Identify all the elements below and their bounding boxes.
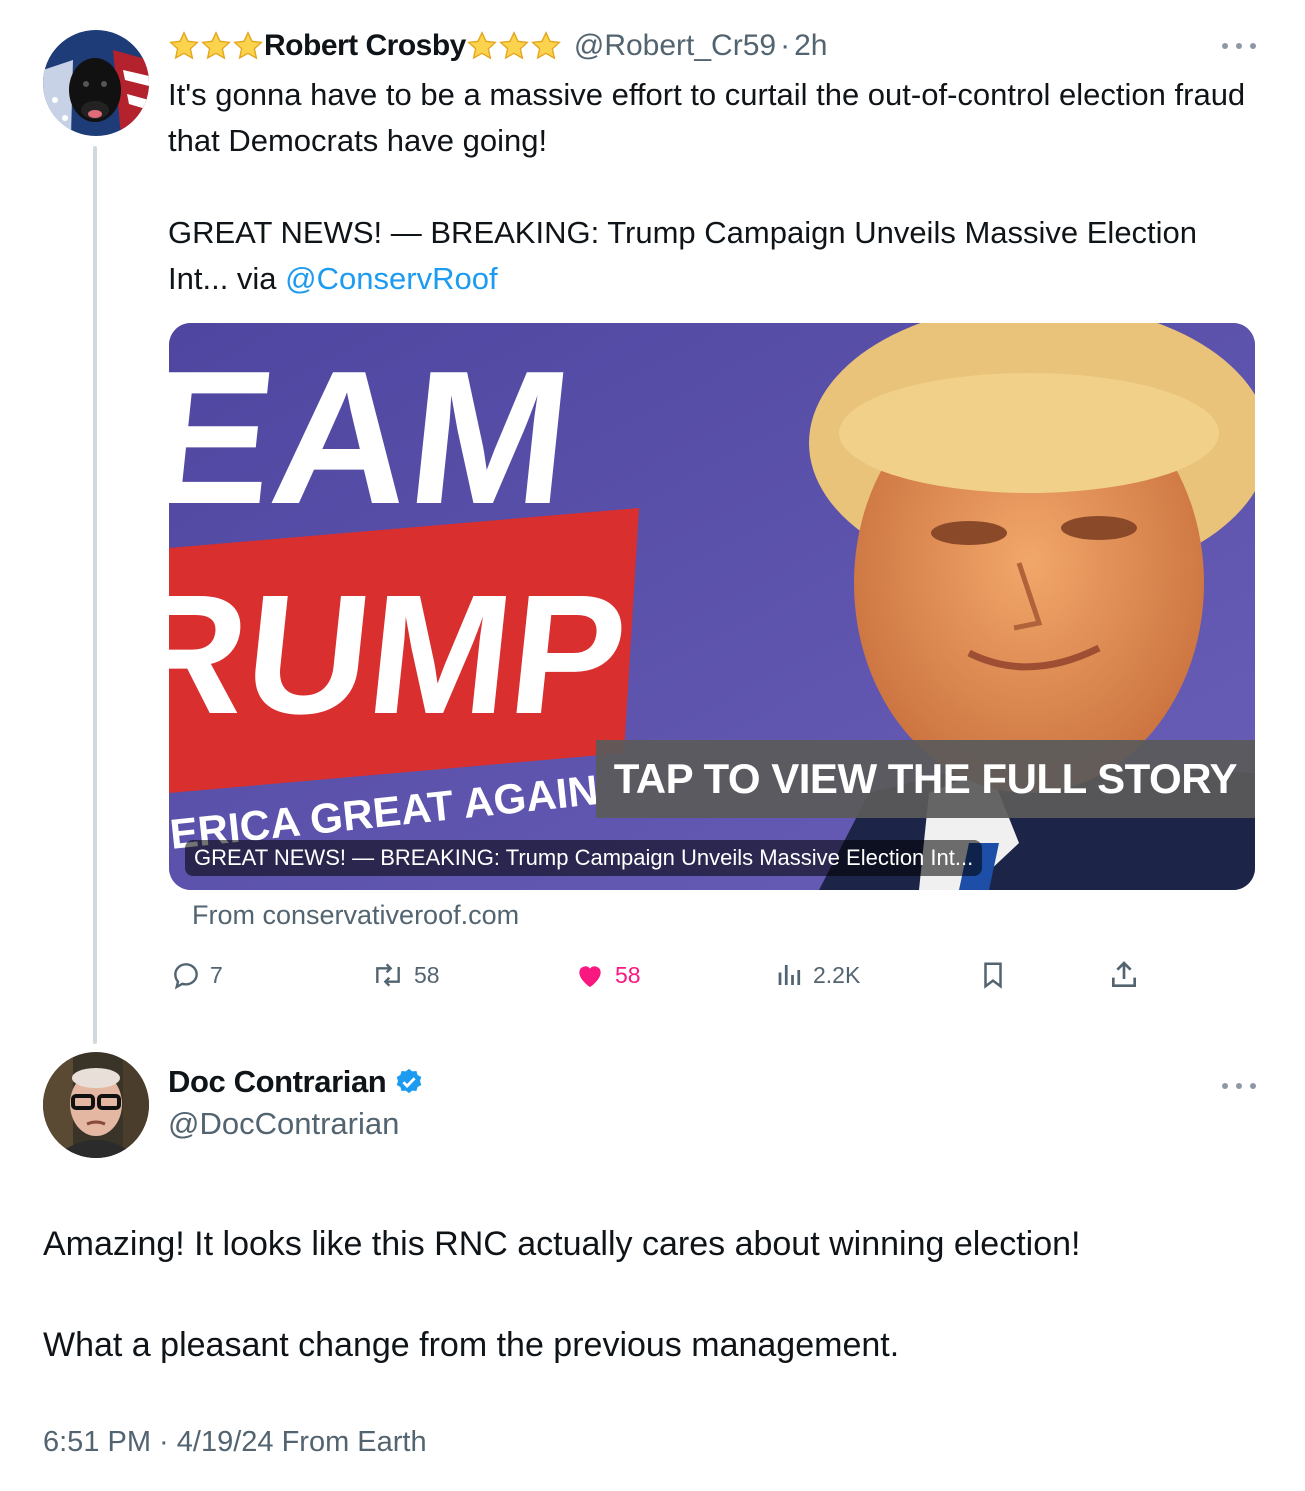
reply-timestamp[interactable]: 6:51 PM · 4/19/24 From Earth (43, 1426, 427, 1459)
star-icon (169, 31, 199, 60)
views-icon (778, 965, 801, 985)
views-button[interactable]: 2.2K (775, 955, 860, 995)
tweet-time[interactable]: 2h (794, 29, 827, 63)
reply-author-name[interactable]: Doc Contrarian (168, 1064, 387, 1100)
avatar-robert-crosby[interactable] (43, 30, 149, 136)
star-icon (201, 31, 231, 60)
separator-dot: · (780, 29, 791, 62)
link-card[interactable]: EAM RUMP ERICA GREAT AGAIN TAP TO VIEW T… (169, 323, 1255, 890)
card-title[interactable]: GREAT NEWS! — BREAKING: Trump Campaign U… (185, 840, 983, 876)
sign-text-2: RUMP (169, 560, 635, 749)
star-icon (530, 31, 561, 60)
share-button[interactable] (1108, 955, 1140, 995)
bookmark-button[interactable] (978, 955, 1008, 995)
reply-text-line-2: What a pleasant change from the previous… (43, 1326, 900, 1364)
tap-overlay-label[interactable]: TAP TO VIEW THE FULL STORY (595, 740, 1255, 818)
sign-text-1: EAM (169, 332, 580, 543)
mention-link[interactable]: @ConservRoof (285, 261, 497, 296)
thread-line (93, 146, 97, 1044)
tweet-text: It's gonna have to be a massive effort t… (168, 72, 1248, 302)
like-button[interactable]: 58 (573, 955, 641, 995)
author-handle[interactable]: @Robert_Cr59 (574, 29, 776, 63)
reply-count: 7 (210, 961, 223, 988)
star-icon (466, 31, 497, 60)
reply-handle[interactable]: @DocContrarian (168, 1106, 399, 1142)
share-icon (1112, 961, 1136, 987)
repost-icon (376, 963, 400, 987)
tweet-header: Robert Crosby @Robert_Cr59 · 2h (168, 26, 827, 66)
star-icon (498, 31, 529, 60)
card-source[interactable]: From conservativeroof.com (192, 900, 519, 931)
reply-button[interactable]: 7 (170, 955, 223, 995)
heart-icon (579, 966, 601, 987)
author-name[interactable]: Robert Crosby (264, 29, 466, 63)
verified-badge-icon (397, 1068, 422, 1094)
more-icon[interactable] (1222, 1081, 1256, 1091)
reply-author[interactable]: Doc Contrarian (168, 1064, 424, 1100)
star-icon (233, 31, 263, 60)
repost-count: 58 (414, 961, 440, 988)
repost-button[interactable]: 58 (370, 955, 440, 995)
more-icon[interactable] (1222, 41, 1256, 51)
bookmark-icon (984, 962, 1002, 989)
views-count: 2.2K (813, 961, 861, 988)
avatar-doc-contrarian[interactable] (43, 1052, 149, 1158)
like-count: 58 (615, 961, 641, 988)
reply-icon (174, 963, 198, 990)
reply-text-line-1: Amazing! It looks like this RNC actually… (43, 1225, 1081, 1263)
